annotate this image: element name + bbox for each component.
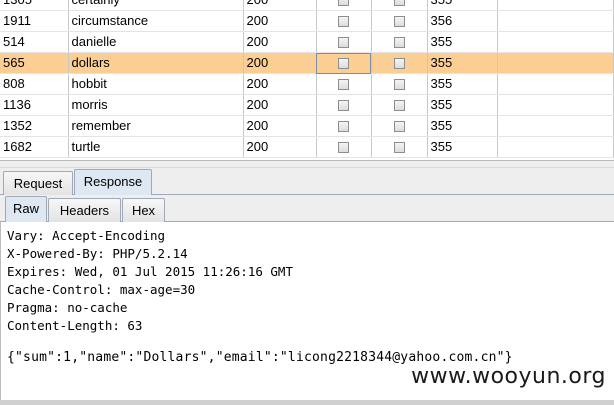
response-header-line: X-Powered-By: PHP/5.2.14: [7, 246, 188, 261]
table-row[interactable]: 1136 morris 200 355: [0, 94, 614, 116]
cell-payload: dollars: [68, 52, 244, 74]
cell-timeout: [371, 0, 428, 11]
cell-comment: [497, 10, 614, 32]
response-header-line: Vary: Accept-Encoding: [7, 228, 166, 243]
pane-splitter[interactable]: [0, 160, 614, 168]
cell-timeout: [371, 115, 428, 137]
cell-error: [316, 52, 372, 74]
cell-length: 355: [427, 115, 498, 137]
error-checkbox[interactable]: [338, 58, 349, 70]
cell-comment: [497, 94, 614, 116]
cell-status: 200: [243, 52, 317, 74]
cell-timeout: [371, 10, 428, 32]
tab-request[interactable]: Request: [3, 171, 73, 195]
table-row[interactable]: 1682 turtle 200 355: [0, 136, 614, 158]
cell-request-id: 565: [0, 52, 69, 74]
error-checkbox[interactable]: [338, 0, 349, 7]
table-row[interactable]: 565 dollars 200 355: [0, 52, 614, 74]
response-header-line: Expires: Wed, 01 Jul 2015 11:26:16 GMT: [7, 264, 293, 279]
cell-request-id: 1682: [0, 136, 69, 158]
cell-comment: [497, 52, 614, 74]
cell-request-id: 1911: [0, 10, 69, 32]
cell-length: 355: [427, 94, 498, 116]
error-checkbox[interactable]: [338, 121, 349, 133]
cell-request-id: 1136: [0, 94, 69, 116]
cell-request-id: 1305: [0, 0, 69, 11]
error-checkbox[interactable]: [338, 100, 349, 112]
cell-status: 200: [243, 94, 317, 116]
error-checkbox[interactable]: [338, 142, 349, 154]
results-table: 1305certainly2003551911circumstance20035…: [0, 0, 614, 160]
cell-error: [316, 0, 372, 11]
watermark: www.wooyun.org: [411, 364, 606, 389]
cell-error: [316, 115, 372, 137]
cell-payload: morris: [68, 94, 244, 116]
table-row[interactable]: 1305certainly200 355: [0, 0, 614, 11]
cell-length: 356: [427, 10, 498, 32]
cell-payload: certainly: [68, 0, 244, 11]
cell-length: 355: [427, 0, 498, 11]
error-checkbox[interactable]: [338, 37, 349, 49]
cell-error: [316, 31, 372, 53]
table-row[interactable]: 1352 remember 200 355: [0, 115, 614, 137]
cell-timeout: [371, 52, 428, 74]
tab-response[interactable]: Response: [74, 169, 152, 195]
cell-payload: turtle: [68, 136, 244, 158]
cell-timeout: [371, 94, 428, 116]
tab-raw[interactable]: Raw: [5, 196, 47, 222]
view-tab-strip: Raw Headers Hex: [0, 195, 614, 222]
response-header-line: Pragma: no-cache: [7, 300, 128, 315]
cell-timeout: [371, 73, 428, 95]
timeout-checkbox[interactable]: [393, 79, 405, 91]
cell-status: 200: [243, 0, 317, 11]
table-row[interactable]: 1911 circumstance 200 356: [0, 10, 614, 32]
cell-comment: [497, 31, 614, 53]
cell-status: 200: [243, 115, 317, 137]
cell-status: 200: [243, 136, 317, 158]
cell-length: 355: [427, 136, 498, 158]
timeout-checkbox[interactable]: [393, 37, 405, 49]
cell-payload: danielle: [68, 31, 244, 53]
timeout-checkbox[interactable]: [393, 16, 405, 28]
response-body: {"sum":1,"name":"Dollars","email":"licon…: [7, 350, 513, 365]
timeout-checkbox[interactable]: [393, 58, 405, 70]
cell-comment: [497, 73, 614, 95]
cell-error: [316, 73, 372, 95]
message-tab-strip: Request Response: [0, 168, 614, 195]
horizontal-scrollbar[interactable]: [0, 400, 614, 405]
cell-length: 355: [427, 52, 498, 74]
error-checkbox[interactable]: [338, 16, 349, 28]
tab-hex[interactable]: Hex: [122, 198, 165, 222]
cell-comment: [497, 136, 614, 158]
cell-timeout: [371, 136, 428, 158]
timeout-checkbox[interactable]: [393, 0, 405, 7]
cell-payload: remember: [68, 115, 244, 137]
cell-error: [316, 10, 372, 32]
timeout-checkbox[interactable]: [393, 142, 405, 154]
timeout-checkbox[interactable]: [393, 121, 405, 133]
cell-comment: [497, 115, 614, 137]
cell-request-id: 1352: [0, 115, 69, 137]
cell-request-id: 514: [0, 31, 69, 53]
results-grid: 1305certainly2003551911circumstance20035…: [0, 0, 614, 158]
timeout-checkbox[interactable]: [393, 100, 405, 112]
table-row[interactable]: 514 danielle 200 355: [0, 31, 614, 53]
cell-status: 200: [243, 10, 317, 32]
response-header-line: Content-Length: 63: [7, 318, 143, 333]
cell-error: [316, 136, 372, 158]
cell-request-id: 808: [0, 73, 69, 95]
response-header-line: Cache-Control: max-age=30: [7, 282, 196, 297]
cell-length: 355: [427, 73, 498, 95]
cell-payload: circumstance: [68, 10, 244, 32]
cell-status: 200: [243, 73, 317, 95]
cell-payload: hobbit: [68, 73, 244, 95]
cell-timeout: [371, 31, 428, 53]
table-row[interactable]: 808 hobbit 200 355: [0, 73, 614, 95]
cell-error: [316, 94, 372, 116]
cell-comment: [497, 0, 614, 11]
error-checkbox[interactable]: [338, 79, 349, 91]
tab-headers[interactable]: Headers: [48, 198, 121, 222]
cell-length: 355: [427, 31, 498, 53]
cell-status: 200: [243, 31, 317, 53]
